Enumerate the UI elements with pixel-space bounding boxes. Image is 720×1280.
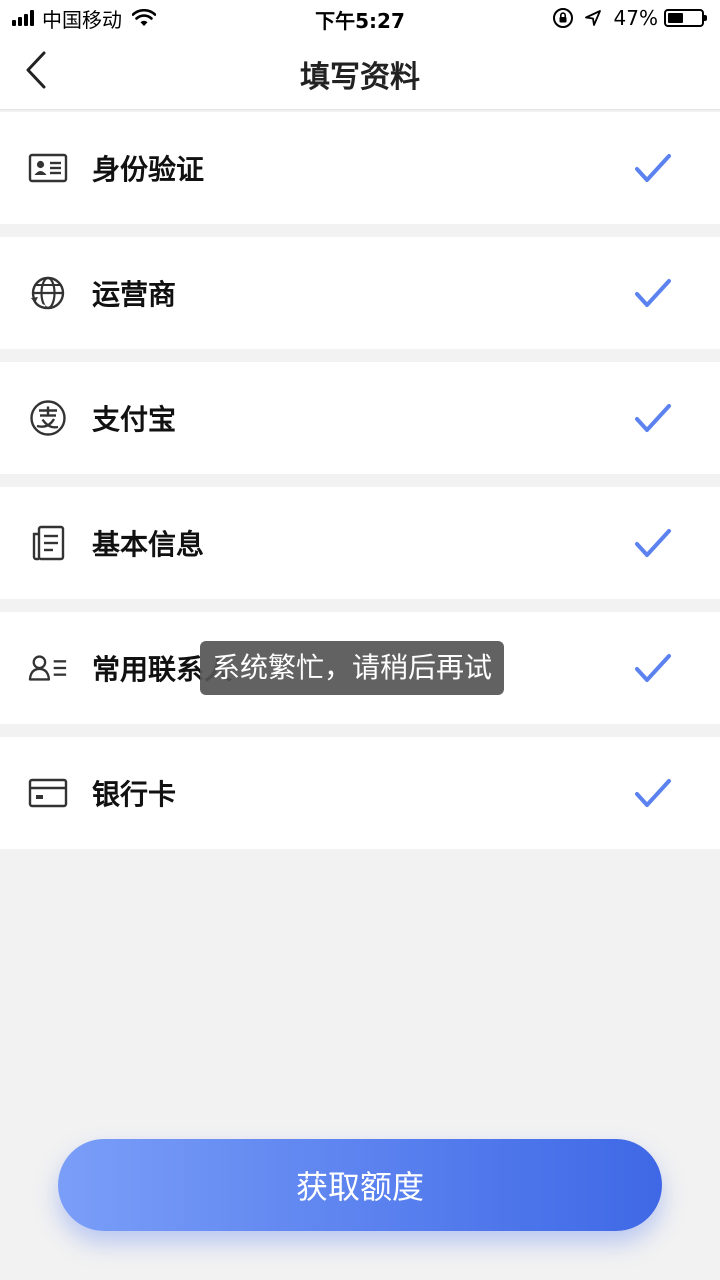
checkmark-icon xyxy=(635,779,671,807)
checkmark-icon xyxy=(635,404,671,432)
list-item-label: 基本信息 xyxy=(92,528,205,561)
alipay-icon xyxy=(28,398,68,438)
page-title: 填写资料 xyxy=(300,60,420,95)
list-item-label: 支付宝 xyxy=(92,403,177,436)
battery-icon xyxy=(664,9,707,27)
list-item-alipay[interactable]: 支付宝 xyxy=(0,362,720,474)
screen: 中国移动 下午5:27 47% 填写资料 身份验证 运营商 支付宝 基本信息 常… xyxy=(0,0,720,1280)
battery-level-fill xyxy=(668,13,683,23)
list-item-identity-verification[interactable]: 身份验证 xyxy=(0,112,720,224)
checkmark-icon xyxy=(635,154,671,182)
rotation-lock-icon xyxy=(552,8,573,28)
status-bar: 中国移动 下午5:27 47% xyxy=(0,0,720,36)
get-credit-limit-button[interactable]: 获取额度 xyxy=(58,1139,662,1231)
toast-message: 系统繁忙，请稍后再试 xyxy=(200,641,505,695)
carrier-globe-icon xyxy=(28,273,68,313)
checkmark-icon xyxy=(635,529,671,557)
bank-card-icon xyxy=(28,773,68,813)
nav-bar: 填写资料 xyxy=(0,36,720,110)
profile-items-list: 身份验证 运营商 支付宝 基本信息 常用联系人 银行卡 xyxy=(0,112,720,862)
list-item-label: 身份验证 xyxy=(92,153,205,186)
list-item-basic-info[interactable]: 基本信息 xyxy=(0,487,720,599)
status-right: 47% xyxy=(552,5,707,31)
checkmark-icon xyxy=(635,654,671,682)
location-icon xyxy=(584,10,601,26)
id-card-icon xyxy=(28,148,68,188)
contacts-icon xyxy=(28,648,68,688)
document-icon xyxy=(28,523,68,563)
checkmark-icon xyxy=(635,279,671,307)
list-item-label: 运营商 xyxy=(92,278,177,311)
battery-percent: 47% xyxy=(613,6,658,30)
list-item-label: 银行卡 xyxy=(92,778,177,811)
list-item-bank-card[interactable]: 银行卡 xyxy=(0,737,720,849)
list-item-carrier[interactable]: 运营商 xyxy=(0,237,720,349)
